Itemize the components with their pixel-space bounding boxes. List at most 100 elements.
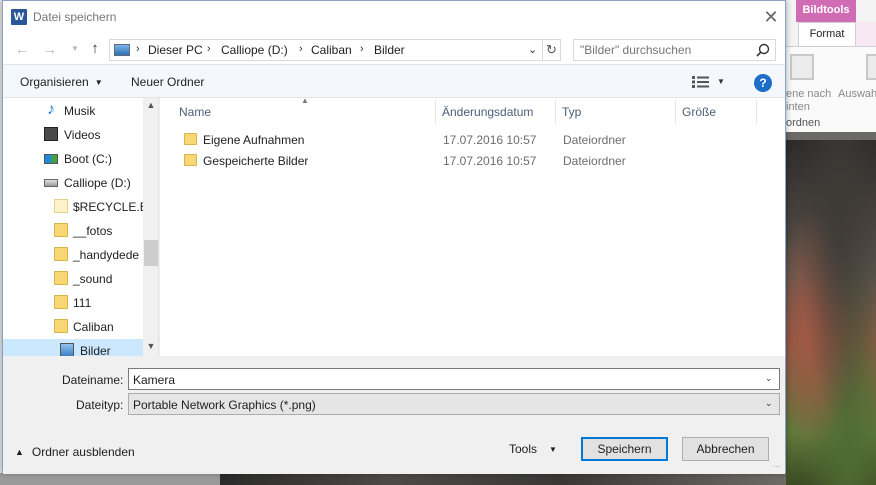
- chevron-up-icon: ▲: [15, 447, 24, 457]
- tree-item-label: Caliban: [73, 320, 114, 334]
- folder-icon: [184, 154, 197, 166]
- tree-item-label: 111: [73, 296, 92, 310]
- column-header-name[interactable]: Name: [179, 105, 211, 119]
- file-row[interactable]: Gespeicherte Bilder 17.07.2016 10:57 Dat…: [174, 151, 774, 171]
- file-date: 17.07.2016 10:57: [443, 133, 537, 147]
- folder-icon: [54, 199, 68, 213]
- column-header-type[interactable]: Typ: [562, 105, 581, 119]
- breadcrumb-item[interactable]: Dieser PC: [148, 43, 203, 57]
- word-app-icon: W: [11, 9, 27, 25]
- search-box[interactable]: [573, 39, 776, 61]
- filename-field[interactable]: ⌄: [128, 368, 780, 390]
- column-divider[interactable]: [435, 100, 436, 124]
- ribbon-select-icon[interactable]: [866, 54, 876, 80]
- tree-item-caliban[interactable]: Caliban: [3, 315, 143, 339]
- scrollbar-thumb[interactable]: [144, 240, 158, 266]
- breadcrumb-item[interactable]: Bilder: [374, 43, 405, 57]
- chevron-down-icon[interactable]: ⌄: [528, 43, 537, 56]
- close-button[interactable]: ✕: [760, 7, 782, 27]
- refresh-icon[interactable]: ↻: [542, 40, 560, 60]
- dialog-title: Datei speichern: [33, 10, 117, 24]
- format-tab[interactable]: Format: [798, 22, 856, 46]
- ribbon-label: Auswah: [838, 88, 876, 100]
- chevron-right-icon[interactable]: ›: [360, 43, 364, 55]
- tree-item-label: _handydede: [73, 248, 140, 262]
- video-icon: [44, 127, 58, 141]
- breadcrumb-item[interactable]: Caliban: [311, 43, 352, 57]
- column-header-size[interactable]: Größe: [682, 105, 716, 119]
- view-options-icon[interactable]: [691, 75, 711, 89]
- chevron-right-icon[interactable]: ›: [207, 43, 211, 55]
- column-header-date[interactable]: Änderungsdatum: [442, 105, 533, 119]
- help-icon[interactable]: ?: [754, 74, 772, 92]
- organize-label: Organisieren: [20, 75, 89, 89]
- up-arrow-icon[interactable]: ↑: [86, 40, 104, 58]
- nav-scrollbar[interactable]: ▲ ▼: [143, 98, 158, 356]
- file-type: Dateiordner: [563, 133, 626, 147]
- tree-item-musik[interactable]: ♪ Musik: [3, 99, 143, 123]
- tree-item-handydede[interactable]: _handydede: [3, 243, 143, 267]
- organize-menu[interactable]: Organisieren ▼: [20, 75, 103, 89]
- tree-item-fotos[interactable]: __fotos: [3, 219, 143, 243]
- search-icon[interactable]: [755, 42, 771, 58]
- column-divider[interactable]: [756, 100, 757, 124]
- folder-icon: [54, 247, 68, 261]
- file-date: 17.07.2016 10:57: [443, 154, 537, 168]
- file-name: Eigene Aufnahmen: [203, 133, 305, 147]
- chevron-down-icon[interactable]: ⌄: [765, 373, 773, 384]
- chevron-down-icon: ⌄: [765, 398, 773, 408]
- hide-folders-label: Ordner ausblenden: [31, 445, 135, 459]
- tree-item-videos[interactable]: Videos: [3, 123, 143, 147]
- folder-icon: [184, 133, 197, 145]
- resize-grip-icon[interactable]: ⋯: [773, 462, 783, 472]
- ribbon-group-label: ordnen: [786, 117, 821, 129]
- music-icon: ♪: [47, 101, 55, 118]
- chevron-right-icon[interactable]: ›: [136, 43, 140, 55]
- chevron-down-icon[interactable]: ▼: [717, 77, 725, 86]
- file-name: Gespeicherte Bilder: [203, 154, 309, 168]
- tree-item-boot-c[interactable]: Boot (C:): [3, 147, 143, 171]
- picture-tools-tab-group: Bildtools: [796, 0, 856, 22]
- new-folder-button[interactable]: Neuer Ordner: [131, 75, 204, 89]
- filetype-select[interactable]: Portable Network Graphics (*.png) ⌄: [128, 393, 780, 415]
- ribbon-tab-strip: [856, 22, 876, 46]
- command-bar: Organisieren ▼ Neuer Ordner ▼ ?: [3, 64, 785, 98]
- filename-input[interactable]: [133, 372, 753, 387]
- windows-drive-icon: [44, 154, 58, 164]
- drive-icon: [44, 179, 58, 187]
- folder-icon: [54, 223, 68, 237]
- tree-item-recycle-bin[interactable]: $RECYCLE.BIN: [3, 195, 143, 219]
- file-type: Dateiordner: [563, 154, 626, 168]
- background-photo-strip: [220, 473, 786, 485]
- tree-item-label: $RECYCLE.BIN: [73, 200, 143, 214]
- chevron-right-icon[interactable]: ›: [299, 43, 303, 55]
- tree-item-bilder[interactable]: Bilder: [3, 339, 143, 356]
- column-divider[interactable]: [555, 100, 556, 124]
- folder-icon: [54, 295, 68, 309]
- search-input[interactable]: [580, 42, 750, 58]
- scroll-up-icon[interactable]: ▲: [143, 100, 158, 114]
- filetype-label: Dateityp:: [76, 398, 124, 412]
- tree-item-label: Bilder: [80, 344, 111, 356]
- save-button[interactable]: Speichern: [581, 437, 668, 461]
- tree-item-label: Musik: [64, 104, 96, 118]
- recent-locations-icon[interactable]: ▼: [66, 40, 84, 58]
- tree-item-sound[interactable]: _sound: [3, 267, 143, 291]
- filename-label: Dateiname:: [62, 373, 124, 387]
- tree-item-label: Videos: [64, 128, 101, 142]
- breadcrumb-item[interactable]: Calliope (D:): [221, 43, 288, 57]
- tree-item-calliope-d[interactable]: Calliope (D:): [3, 171, 143, 195]
- cancel-button[interactable]: Abbrechen: [682, 437, 769, 461]
- forward-arrow-icon[interactable]: →: [41, 40, 59, 58]
- file-row[interactable]: Eigene Aufnahmen 17.07.2016 10:57 Dateio…: [174, 130, 774, 150]
- address-bar[interactable]: › Dieser PC › Calliope (D:) › Caliban › …: [109, 39, 561, 61]
- navigation-pane: ♪ Musik Videos Boot (C:) Calliope (D:) $…: [3, 98, 159, 356]
- tools-menu[interactable]: Tools ▼: [509, 442, 557, 456]
- scroll-down-icon[interactable]: ▼: [143, 341, 158, 355]
- hide-folders-toggle[interactable]: ▲ Ordner ausblenden: [15, 445, 135, 459]
- tree-item-111[interactable]: 111: [3, 291, 143, 315]
- ribbon-label: inten: [786, 101, 810, 113]
- column-divider[interactable]: [675, 100, 676, 124]
- ribbon-arrange-icon[interactable]: [790, 54, 814, 80]
- back-arrow-icon[interactable]: ←: [13, 40, 31, 58]
